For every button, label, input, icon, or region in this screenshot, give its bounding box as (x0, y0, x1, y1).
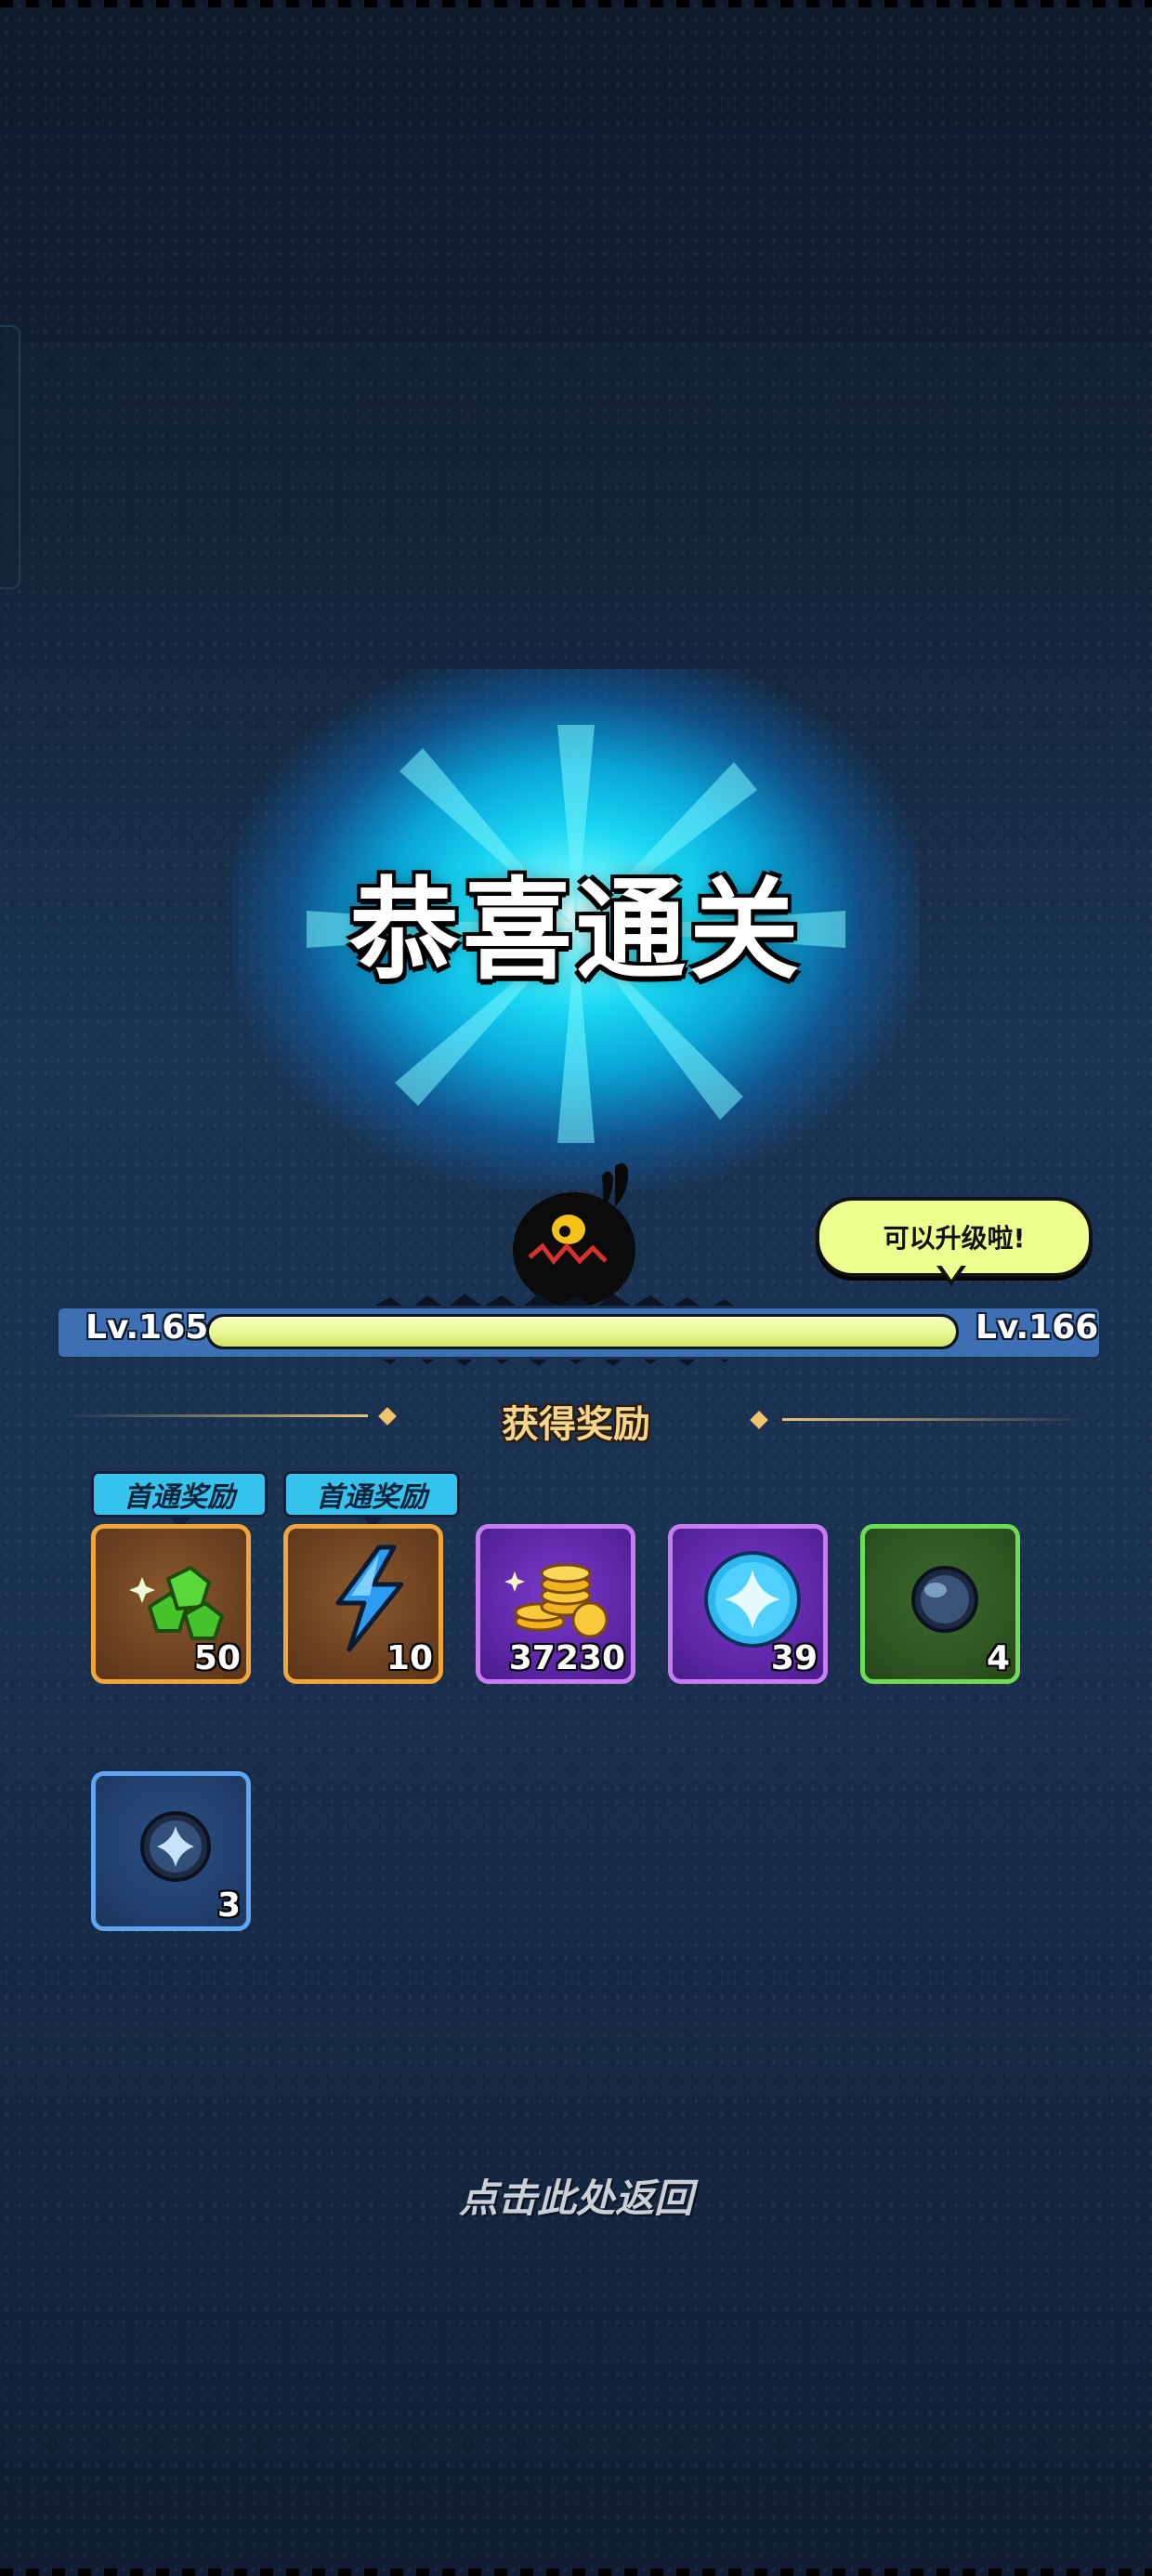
reward-tile-blue-star-orb[interactable]: 39 (668, 1524, 828, 1684)
reward-quantity: 3 (216, 1886, 241, 1925)
xp-progress-fill (209, 1317, 956, 1347)
blue-star-orb-icon (704, 1551, 801, 1648)
side-tab (0, 325, 20, 589)
reward-quantity: 50 (193, 1639, 241, 1677)
gold-coins-icon (504, 1563, 609, 1638)
reward-quantity: 4 (986, 1639, 1010, 1677)
header-divider-right (782, 1418, 1089, 1421)
reward-tile-green-gems[interactable]: 50 (91, 1524, 251, 1684)
bottom-border (0, 2569, 1152, 2576)
first-clear-badge: 首通奖励 (283, 1471, 460, 1518)
dark-orb-icon (911, 1566, 978, 1633)
current-level-label: Lv.165 (85, 1308, 209, 1347)
top-border (0, 0, 1152, 7)
tap-to-return-button[interactable]: 点击此处返回 (0, 2167, 1152, 2224)
reward-quantity: 10 (386, 1639, 433, 1677)
reward-tile-energy[interactable]: 10 (283, 1524, 443, 1684)
reward-tile-star-orb[interactable]: 3 (91, 1771, 251, 1931)
first-clear-badge: 首通奖励 (91, 1471, 268, 1518)
xp-progress-track (206, 1314, 959, 1349)
speech-bubble-tail-fill (940, 1264, 962, 1280)
next-level-label: Lv.166 (975, 1308, 1099, 1347)
reward-tile-gold-coins[interactable]: 37230 (476, 1524, 635, 1684)
reward-quantity: 37230 (508, 1639, 625, 1677)
green-gem-icon (129, 1565, 225, 1640)
rewards-header: 获得奖励 (502, 1403, 650, 1446)
lightning-energy-icon (335, 1544, 404, 1652)
stage-clear-title: 恭喜通关 (348, 866, 803, 994)
star-orb-icon (140, 1811, 211, 1882)
reward-tile-dark-orb[interactable]: 4 (860, 1524, 1020, 1684)
reward-quantity: 39 (770, 1639, 818, 1677)
